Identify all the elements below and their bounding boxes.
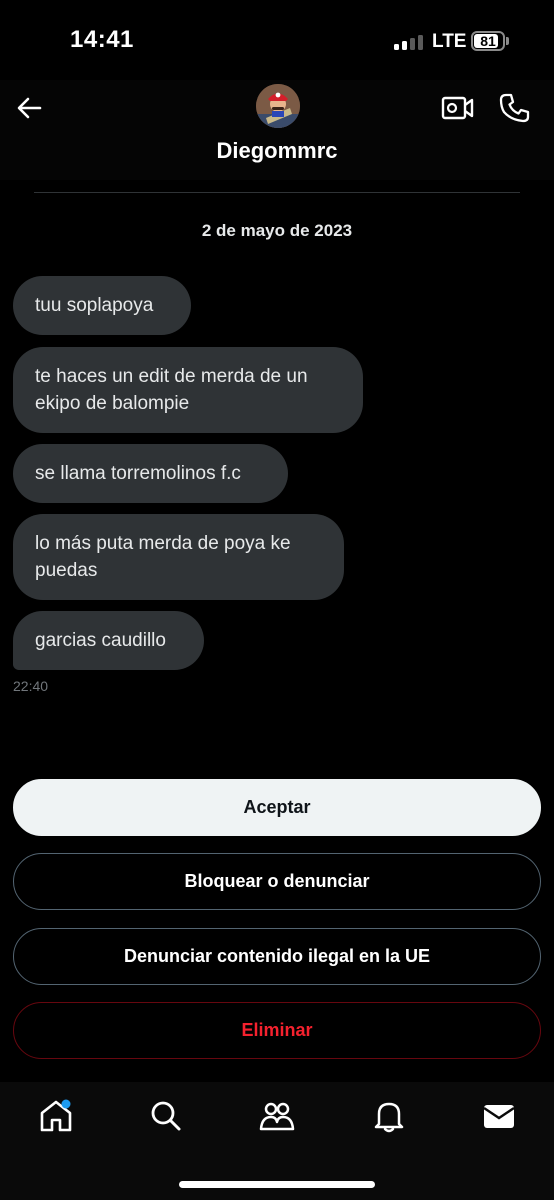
dm-screen: 14:41 LTE 81 Diegommrc 2 de mayo de 2023… (0, 0, 554, 1200)
communities-icon (259, 1102, 295, 1131)
arrow-left-icon (17, 97, 42, 119)
video-call-button[interactable] (441, 92, 475, 124)
home-indicator[interactable] (179, 1181, 375, 1188)
tab-search[interactable] (146, 1096, 186, 1136)
tab-communities[interactable] (257, 1096, 297, 1136)
signal-icon (394, 34, 424, 50)
avatar-image (256, 84, 300, 128)
conversation-date: 2 de mayo de 2023 (201, 221, 353, 240)
status-time: 14:41 (70, 26, 134, 53)
back-button[interactable] (14, 92, 46, 124)
message-bubble[interactable]: tuu soplapoya (13, 276, 191, 335)
avatar[interactable] (256, 84, 300, 128)
message-bubble[interactable]: garcias caudillo (13, 611, 204, 670)
video-camera-icon (441, 96, 474, 120)
audio-call-button[interactable] (498, 92, 532, 124)
status-bar: 14:41 LTE 81 (0, 0, 554, 80)
notifications-icon (374, 1102, 404, 1133)
notification-dot (61, 1099, 71, 1109)
message-bubble[interactable]: se llama torremolinos f.c (13, 444, 288, 503)
battery-tip (506, 37, 509, 45)
message-timestamp: 22:40 (13, 678, 49, 694)
messages-icon (483, 1105, 515, 1128)
message-bubble[interactable]: te haces un edit de merda de un ekipo de… (13, 347, 363, 433)
phone-icon (499, 93, 530, 123)
conversation-header: Diegommrc (0, 80, 554, 180)
search-icon (151, 1101, 181, 1131)
network-label: LTE (432, 31, 467, 52)
home-icon (40, 1099, 72, 1132)
message-bubble[interactable]: lo más puta merda de poya ke puedas (13, 514, 344, 600)
battery-level: 81 (480, 33, 496, 49)
tab-messages[interactable] (479, 1096, 519, 1136)
tab-home[interactable] (36, 1096, 76, 1136)
block-report-button[interactable]: Bloquear o denunciar (13, 853, 541, 910)
battery-icon: 81 (471, 31, 505, 51)
accept-button[interactable]: Aceptar (13, 779, 541, 836)
report-illegal-content-button[interactable]: Denunciar contenido ilegal en la UE (13, 928, 541, 985)
delete-button[interactable]: Eliminar (13, 1002, 541, 1059)
tab-notifications[interactable] (369, 1096, 409, 1136)
header-divider (34, 192, 520, 193)
contact-name[interactable]: Diegommrc (0, 138, 554, 164)
